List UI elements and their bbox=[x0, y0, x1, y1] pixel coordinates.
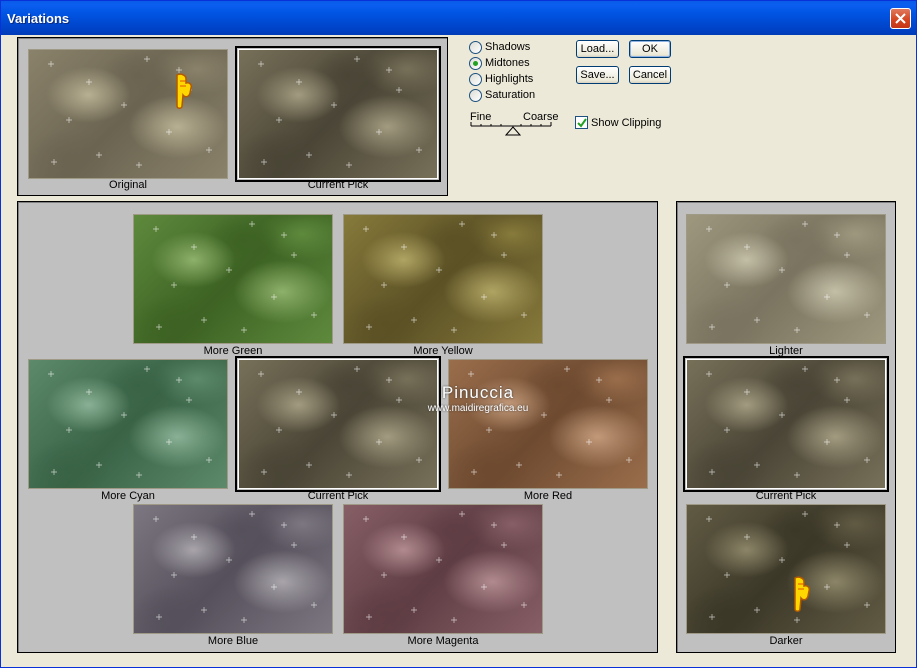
close-button[interactable] bbox=[890, 8, 911, 29]
radio-highlights[interactable]: Highlights bbox=[469, 72, 533, 86]
current-pick-center-thumb bbox=[235, 356, 441, 492]
more-yellow-label: More Yellow bbox=[413, 345, 473, 357]
more-yellow-thumb[interactable] bbox=[343, 214, 543, 344]
brightness-panel: Lighter Current Pick Darker bbox=[676, 201, 896, 653]
darker-label: Darker bbox=[769, 635, 803, 647]
more-red-label: More Red bbox=[523, 490, 573, 502]
radio-shadows[interactable]: Shadows bbox=[469, 40, 530, 54]
radio-button[interactable] bbox=[469, 72, 482, 86]
original-preview[interactable] bbox=[28, 49, 228, 179]
lighter-label: Lighter bbox=[769, 345, 803, 357]
show-clipping-label[interactable]: Show Clipping bbox=[591, 117, 661, 129]
more-blue-thumb[interactable] bbox=[133, 504, 333, 634]
preview-panel: Original Current Pick bbox=[17, 37, 448, 196]
show-clipping-checkbox[interactable] bbox=[575, 116, 588, 129]
more-cyan-thumb[interactable] bbox=[28, 359, 228, 489]
load-button[interactable]: Load... bbox=[576, 40, 619, 58]
watermark-url: www.maidiregrafica.eu bbox=[427, 403, 529, 414]
watermark: Pinuccia www.maidiregrafica.eu bbox=[378, 383, 578, 414]
current-pick-center-label: Current Pick bbox=[307, 490, 369, 502]
pointer-hand-icon bbox=[172, 73, 194, 112]
radio-button-selected[interactable] bbox=[469, 56, 482, 70]
current-pick-brightness-label: Current Pick bbox=[755, 490, 817, 502]
cancel-button[interactable]: Cancel bbox=[629, 66, 671, 84]
pointer-hand-icon bbox=[790, 576, 812, 615]
close-icon bbox=[895, 13, 906, 24]
radio-button[interactable] bbox=[469, 88, 482, 102]
original-label: Original bbox=[109, 179, 147, 191]
radio-saturation[interactable]: Saturation bbox=[469, 88, 535, 102]
darker-thumb[interactable] bbox=[686, 504, 886, 634]
current-pick-preview-label: Current Pick bbox=[307, 179, 369, 191]
more-red-thumb[interactable] bbox=[448, 359, 648, 489]
more-cyan-label: More Cyan bbox=[101, 490, 155, 502]
radio-midtones[interactable]: Midtones bbox=[469, 56, 530, 70]
color-variations-panel: More Green More Yellow More Cyan Current… bbox=[17, 201, 658, 653]
radio-highlights-label: Highlights bbox=[485, 73, 534, 85]
more-blue-label: More Blue bbox=[207, 635, 259, 647]
radio-midtones-label: Midtones bbox=[485, 57, 530, 69]
current-pick-brightness-thumb bbox=[683, 356, 889, 492]
radio-shadows-label: Shadows bbox=[485, 41, 531, 53]
save-button[interactable]: Save... bbox=[576, 66, 619, 84]
more-magenta-label: More Magenta bbox=[407, 635, 479, 647]
current-pick-preview bbox=[235, 46, 441, 182]
more-green-thumb[interactable] bbox=[133, 214, 333, 344]
title-bar[interactable]: Variations bbox=[1, 1, 916, 35]
ok-button[interactable]: OK bbox=[629, 40, 671, 58]
fine-coarse-slider[interactable] bbox=[469, 122, 553, 136]
variations-dialog: Variations Original Current Pick Shadows… bbox=[0, 0, 917, 668]
more-green-label: More Green bbox=[203, 345, 263, 357]
checkmark-icon bbox=[577, 118, 587, 128]
slider-thumb bbox=[504, 126, 522, 136]
more-magenta-thumb[interactable] bbox=[343, 504, 543, 634]
watermark-title: Pinuccia bbox=[441, 383, 515, 402]
radio-saturation-label: Saturation bbox=[485, 89, 536, 101]
radio-button[interactable] bbox=[469, 40, 482, 54]
window-title: Variations bbox=[7, 11, 70, 26]
lighter-thumb[interactable] bbox=[686, 214, 886, 344]
